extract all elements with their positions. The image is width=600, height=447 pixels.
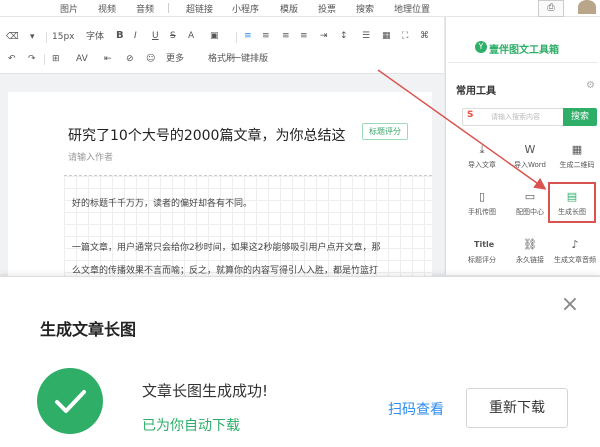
- toolbar-divider: [236, 32, 237, 43]
- tool-title-score[interactable]: Title 标题评分: [457, 238, 507, 265]
- underline-button[interactable]: U: [152, 30, 159, 42]
- tool-label: 永久链接: [516, 256, 544, 264]
- article-title[interactable]: 研究了10个大号的2000篇文章，为你总结这: [68, 125, 345, 145]
- link-icon: ⛓: [523, 238, 537, 251]
- tool-label: 导入Word: [514, 161, 546, 169]
- import-icon: ⤓: [479, 143, 485, 156]
- editor-toolbar: [0, 17, 444, 74]
- brand-logo-icon: Y: [475, 41, 487, 53]
- success-check-icon: [37, 368, 103, 434]
- menu-item-video[interactable]: 视频: [98, 2, 116, 15]
- brand-title: 壹伴图文工具箱: [489, 45, 559, 56]
- search-placeholder: 请输入搜索内容: [491, 113, 540, 121]
- toolbar-divider: [44, 54, 45, 65]
- article-paragraph: 好的标题千千万万，读者的偏好却各有不同。: [72, 199, 253, 209]
- tool-label: 导入文章: [468, 161, 496, 169]
- letter-spacing-icon[interactable]: AV: [76, 53, 88, 65]
- tool-permanent-link[interactable]: ⛓ 永久链接: [505, 238, 555, 265]
- strike-button[interactable]: S: [170, 30, 176, 42]
- article-paragraph: 么文章的传播效果不言而喻；反之，就算你的内容写得引人入胜，都是竹篮打: [72, 266, 379, 276]
- tool-label: 生成二维码: [559, 161, 595, 169]
- indent-icon[interactable]: ⇥: [320, 30, 328, 42]
- success-message: 文章长图生成成功!: [142, 382, 269, 400]
- table-icon[interactable]: ▦: [382, 30, 391, 42]
- title-score-badge[interactable]: 标题评分: [362, 123, 408, 140]
- audio-icon: ♪: [571, 238, 579, 251]
- more-button[interactable]: 更多: [166, 53, 184, 65]
- editor-content-area[interactable]: [64, 175, 432, 276]
- long-image-icon: ▤: [566, 190, 578, 203]
- tool-image-center[interactable]: ▭ 配图中心: [505, 190, 555, 217]
- justify-icon[interactable]: ≡: [300, 30, 308, 42]
- preview-button[interactable]: ⎙: [538, 0, 564, 17]
- tool-search-input[interactable]: S 请输入搜索内容: [462, 108, 564, 126]
- font-size-select[interactable]: 15px: [52, 31, 75, 43]
- toolbar-divider: [46, 32, 47, 43]
- one-key-layout-button[interactable]: 一键排版: [232, 53, 268, 65]
- fullscreen-icon[interactable]: ⛶: [402, 30, 408, 42]
- tool-phone-upload[interactable]: ▯ 手机传图: [457, 190, 507, 217]
- bold-button[interactable]: B: [116, 30, 124, 42]
- paragraph-spacing-icon[interactable]: ⊞: [52, 53, 60, 65]
- menu-item-miniprogram[interactable]: 小程序: [232, 2, 259, 15]
- image-icon: ▭: [524, 190, 536, 203]
- qrcode-icon: ▦: [571, 143, 583, 156]
- menu-item-vote[interactable]: 投票: [318, 2, 336, 15]
- tool-label: 生成长图: [558, 208, 586, 216]
- italic-button[interactable]: I: [134, 30, 137, 42]
- font-color-button[interactable]: A: [188, 30, 194, 42]
- tool-label: 标题评分: [468, 256, 496, 264]
- tool-label: 配图中心: [516, 208, 544, 216]
- menu-item-search[interactable]: 搜索: [356, 2, 374, 15]
- menu-divider: [168, 3, 169, 13]
- tool-label: 手机传图: [468, 208, 496, 216]
- tool-long-image[interactable]: ▤ 生成长图: [548, 182, 596, 223]
- sidebar-divider: [448, 62, 598, 63]
- redownload-button[interactable]: 重新下载: [466, 388, 568, 428]
- align-left-icon[interactable]: ≡: [244, 30, 252, 42]
- menu-item-hyperlink[interactable]: 超链接: [186, 2, 213, 15]
- phone-icon: ▯: [478, 190, 486, 203]
- line-height-icon[interactable]: ↕: [340, 30, 348, 42]
- tool-article-audio[interactable]: ♪ 生成文章音频: [550, 238, 600, 265]
- menu-item-location[interactable]: 地理位置: [394, 2, 430, 15]
- article-paragraph: 一篇文章，用户通常只会给你2秒时间，如果这2秒能够吸引用户点开文章，那: [72, 243, 381, 253]
- common-tools-title: 常用工具: [456, 86, 496, 97]
- format-brush-button[interactable]: 格式刷: [208, 53, 235, 65]
- menu-item-audio[interactable]: 音频: [136, 2, 154, 15]
- emoji-icon[interactable]: ☺: [146, 53, 155, 65]
- menu-item-image[interactable]: 图片: [60, 2, 78, 15]
- list-icon[interactable]: ☰: [362, 30, 370, 42]
- menu-item-template[interactable]: 模版: [280, 2, 298, 15]
- word-icon: W: [524, 143, 536, 156]
- font-family-select[interactable]: 字体: [86, 31, 104, 43]
- redo-icon[interactable]: ↷: [28, 53, 36, 65]
- auto-download-message: 已为你自动下载: [142, 418, 240, 434]
- paint-bucket-icon[interactable]: ▾: [30, 31, 35, 43]
- tool-import-word[interactable]: W 导入Word: [505, 143, 555, 170]
- undo-icon[interactable]: ↶: [8, 53, 16, 65]
- clear-format-icon[interactable]: ⊘: [126, 53, 134, 65]
- title-icon: Title: [474, 240, 495, 249]
- gear-icon[interactable]: ⚙: [586, 80, 595, 91]
- tool-import-article[interactable]: ⤓ 导入文章: [457, 143, 507, 170]
- tool-qrcode[interactable]: ▦ 生成二维码: [552, 143, 600, 170]
- long-image-dialog: 生成文章长图 × 文章长图生成成功! 已为你自动下载 扫码查看 重新下载: [0, 276, 600, 447]
- search-engine-icon[interactable]: S: [467, 110, 473, 120]
- scan-to-view-link[interactable]: 扫码查看: [388, 399, 444, 419]
- highlight-icon[interactable]: ▣: [210, 30, 219, 42]
- author-input[interactable]: 请输入作者: [68, 150, 113, 163]
- align-right-icon[interactable]: ≡: [282, 30, 290, 42]
- top-menu-bar: 图片 视频 音频 超链接 小程序 模版 投票 搜索 地理位置 ⎙: [0, 0, 600, 17]
- eraser-icon[interactable]: ⌫: [6, 31, 19, 43]
- dialog-title: 生成文章长图: [40, 320, 137, 339]
- avatar[interactable]: [578, 0, 596, 14]
- align-center-icon[interactable]: ≡: [262, 30, 270, 42]
- code-icon[interactable]: ⌘: [420, 30, 429, 42]
- close-icon[interactable]: ×: [558, 293, 582, 317]
- tool-label: 生成文章音频: [554, 256, 596, 264]
- text-indent-icon[interactable]: ⇤: [104, 53, 112, 65]
- search-button[interactable]: 搜索: [563, 108, 597, 126]
